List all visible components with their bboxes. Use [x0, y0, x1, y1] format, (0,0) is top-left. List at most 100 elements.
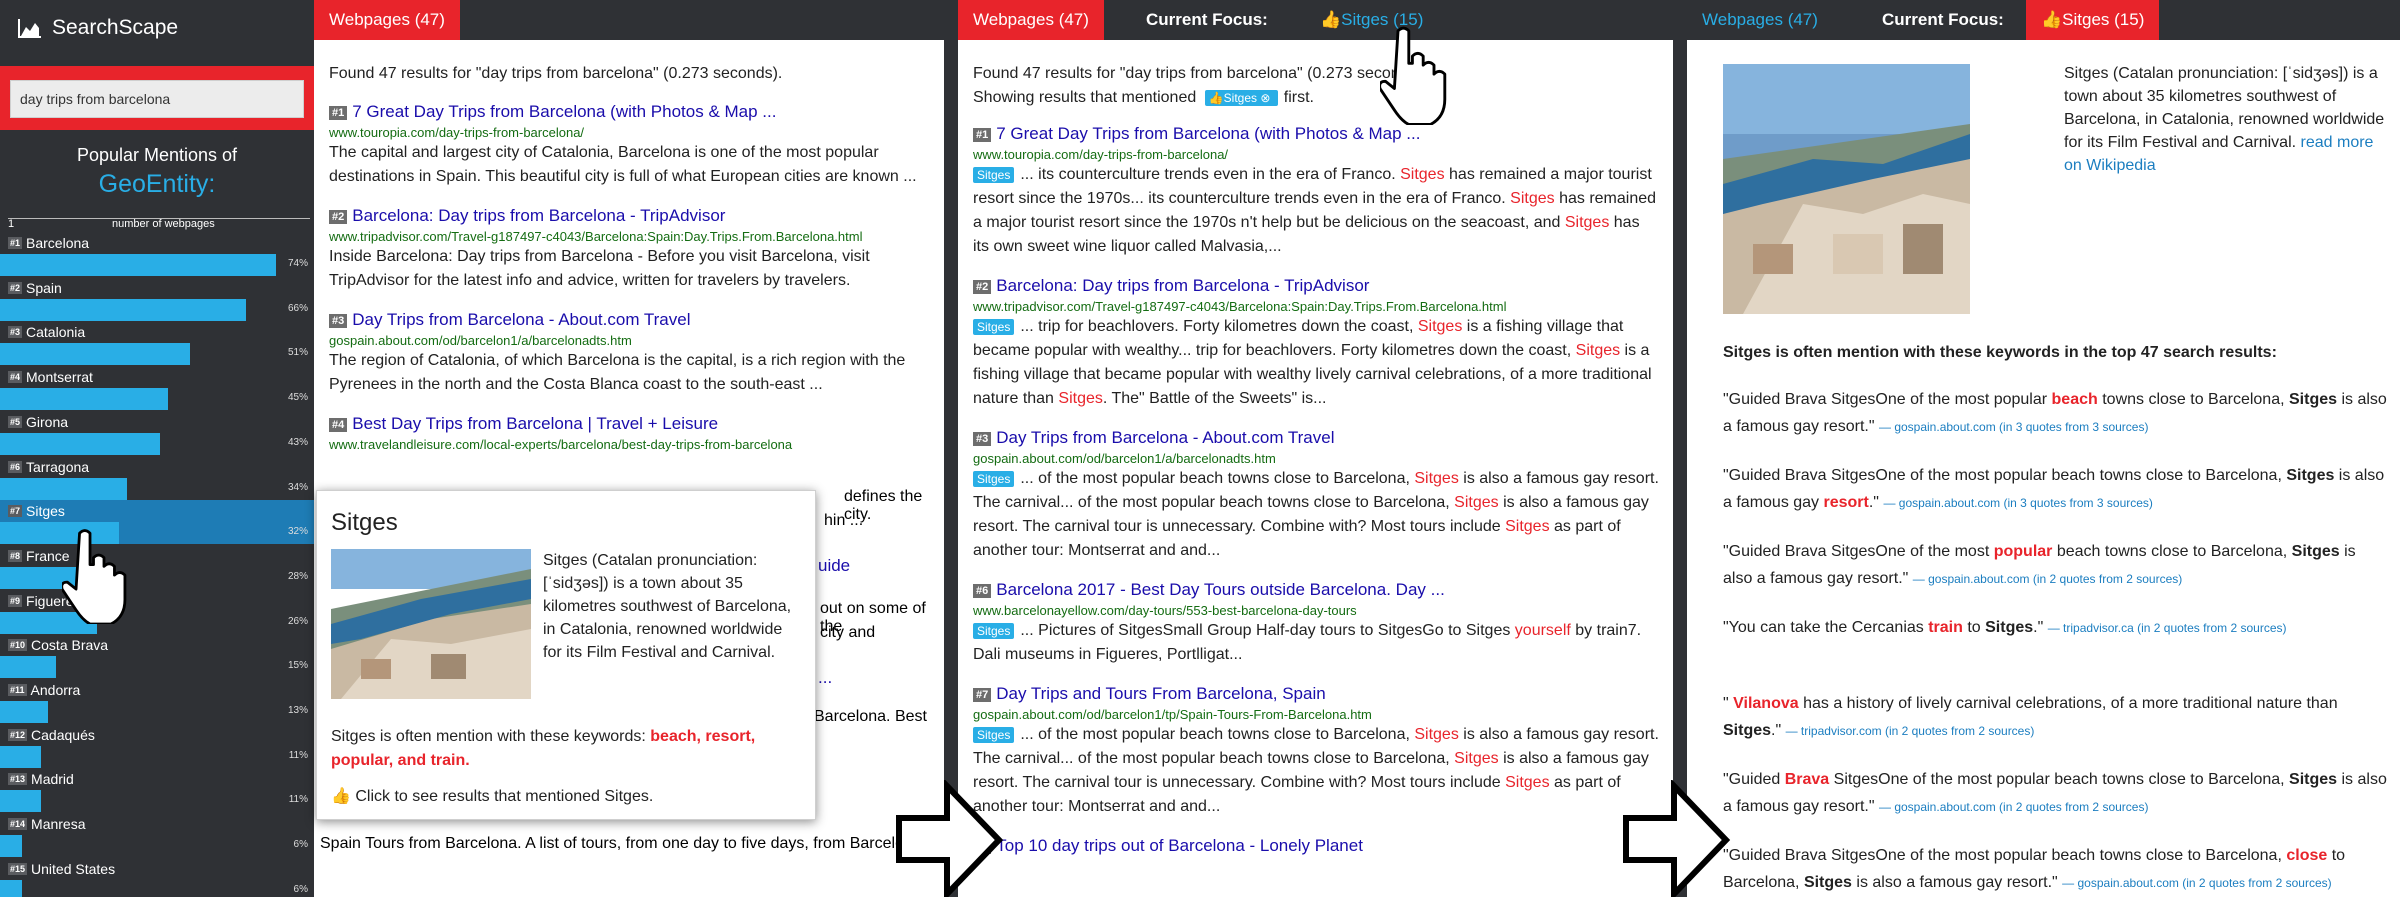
result-snippet: Sitges... trip for beachlovers. Forty ki… [973, 318, 1652, 407]
result-title-link[interactable]: #3 Day Trips from Barcelona - About.com T… [973, 426, 1659, 451]
geo-entity-item[interactable]: #13 Madrid 11% [0, 768, 314, 813]
geo-entity-item[interactable]: #5 Girona 43% [0, 411, 314, 455]
geo-entity-item[interactable]: #11 Andorra 13% [0, 679, 314, 723]
tab-webpages[interactable]: Webpages (47) [958, 0, 1104, 40]
quote-source-link[interactable]: — tripadvisor.com (in 2 quotes from 2 so… [1786, 724, 2035, 738]
geo-entity-name: Cadaqués [31, 726, 95, 743]
close-circle-icon[interactable]: ⊗ [1260, 91, 1270, 105]
rank-badge: #4 [329, 418, 348, 432]
result-title-link[interactable]: #7 Day Trips and Tours From Barcelona, Sp… [973, 682, 1659, 707]
search-result: #2 Barcelona: Day trips from Barcelona - … [973, 274, 1659, 411]
entity-description: Sitges (Catalan pronunciation: [ˈsidʒəs]… [2064, 62, 2386, 177]
result-title-link[interactable]: #8Top 10 day trips out of Barcelona - Lo… [973, 834, 1659, 859]
geo-entity-label: #7 Sitges [8, 503, 65, 519]
partial-text: hin ... [824, 512, 864, 529]
tab-webpages[interactable]: Webpages (47) [1687, 0, 1833, 40]
geo-entity-name: Spain [26, 279, 62, 296]
rank-badge: #2 [8, 281, 23, 294]
geo-entity-label: #11 Andorra [8, 682, 80, 698]
result-title-link[interactable]: #2 Barcelona: Day trips from Barcelona - … [329, 204, 930, 229]
rank-badge: #13 [8, 773, 28, 786]
mention-bar [0, 254, 276, 276]
entity-photo [1723, 64, 1970, 314]
focus-notice: Showing results that mentioned 👍Sitges ⊗… [973, 86, 1659, 110]
result-title-link[interactable]: #2 Barcelona: Day trips from Barcelona - … [973, 274, 1659, 299]
geo-entity-item[interactable]: #15 United States 6% [0, 858, 314, 897]
mention-percent: 11% [288, 749, 308, 761]
tab-bar: Webpages (47) Current Focus: 👍Sitges (15… [958, 0, 1673, 40]
geo-entity-item[interactable]: #12 Cadaqués 11% [0, 724, 314, 768]
geo-entity-item[interactable]: #9 Figueres 26% [0, 590, 314, 634]
partial-text: Spain Tours from Barcelona. A list of to… [320, 835, 927, 852]
geo-entity-item[interactable]: #1 Barcelona 74% [0, 232, 314, 276]
result-title-link[interactable]: #3 Day Trips from Barcelona - About.com T… [329, 308, 930, 333]
result-title-link[interactable]: #6 Barcelona 2017 - Best Day Tours outsid… [973, 578, 1659, 603]
partial-text: Barcelona. Best [814, 708, 927, 725]
geo-entity-name: Sitges [26, 503, 65, 520]
quote-source-link[interactable]: — gospain.about.com (in 2 quotes from 2 … [1879, 800, 2148, 814]
focus-chip[interactable]: 👍Sitges ⊗ [1204, 90, 1278, 106]
search-result: #7 Day Trips and Tours From Barcelona, Sp… [973, 682, 1659, 819]
tab-focus-entity[interactable]: 👍Sitges (15) [2026, 0, 2160, 40]
tooltip-description: Sitges (Catalan pronunciation: [ˈsidʒəs]… [543, 552, 792, 661]
quote-source-link[interactable]: — gospain.about.com (in 3 quotes from 3 … [1879, 420, 2148, 434]
geo-entity-name: Girona [26, 413, 69, 430]
search-input[interactable] [10, 80, 304, 118]
geo-entity-name: Tarragona [26, 458, 90, 475]
focus-entity-label: Sitges (15) [2062, 10, 2145, 29]
entity-tag: Sitges [973, 471, 1015, 487]
mention-percent: 28% [287, 570, 308, 582]
geo-entity-item[interactable]: #3 Catalonia 51% [0, 321, 314, 366]
geo-entity-item[interactable]: #8 France 28% [0, 545, 314, 589]
mention-percent: 43% [287, 436, 308, 448]
rank-badge: #3 [329, 314, 348, 328]
geo-entity-item[interactable]: #4 Montserrat 45% [0, 366, 314, 411]
tooltip-cta[interactable]: 👍 Click to see results that mentioned Si… [331, 786, 653, 806]
mention-percent: 32% [287, 526, 308, 538]
hand-pointer-icon [1380, 26, 1447, 125]
result-snippet: Inside Barcelona: Day trips from Barcelo… [329, 248, 870, 289]
mention-bar [0, 388, 168, 411]
rank-badge: #1 [8, 237, 23, 249]
mention-percent: 34% [287, 481, 308, 493]
tab-webpages[interactable]: Webpages (47) [314, 0, 460, 40]
keyword-quote: "Guided Brava SitgesOne of the most popu… [1723, 462, 2387, 517]
results-list: #1 7 Great Day Trips from Barcelona (with… [329, 100, 930, 453]
mention-bar [0, 343, 190, 366]
rank-badge: #14 [8, 818, 28, 831]
geo-entity-item[interactable]: #7 Sitges 32% [0, 500, 314, 545]
quote-source-link[interactable]: — gospain.about.com (in 3 quotes from 3 … [1883, 496, 2152, 510]
geo-entity-item[interactable]: #2 Spain 66% [0, 277, 314, 321]
result-title-link[interactable]: #1 7 Great Day Trips from Barcelona (with… [329, 100, 930, 125]
results-body: Found 47 results for "day trips from bar… [958, 40, 1673, 897]
mention-percent: 6% [293, 883, 308, 895]
mention-percent: 26% [287, 615, 308, 627]
result-title-link[interactable]: #4 Best Day Trips from Barcelona | Travel… [329, 412, 930, 437]
search-result: #8Top 10 day trips out of Barcelona - Lo… [973, 834, 1659, 859]
current-focus-label: Current Focus: [1882, 10, 2004, 29]
result-url: www.tripadvisor.com/Travel-g187497-c4043… [973, 299, 1507, 314]
geo-entity-item[interactable]: #14 Manresa 6% [0, 813, 314, 858]
search-result: #2 Barcelona: Day trips from Barcelona - … [329, 204, 930, 293]
brand[interactable]: SearchScape [18, 16, 178, 40]
quote-source-link[interactable]: — tripadvisor.ca (in 2 quotes from 2 sou… [2048, 621, 2287, 635]
geo-entity-name: United States [31, 860, 116, 877]
geo-entity-name: Montserrat [26, 369, 93, 386]
rank-badge: #12 [8, 728, 28, 741]
geo-entity-item[interactable]: #6 Tarragona 34% [0, 456, 314, 500]
tooltip-cta-text: Click to see results that mentioned Sitg… [355, 788, 654, 805]
geo-entity-name: Manresa [31, 816, 86, 833]
partial-text: ... [818, 668, 833, 687]
mention-percent: 13% [287, 705, 308, 716]
geo-entity-label: #6 Tarragona [8, 459, 89, 475]
result-url: www.touropia.com/day-trips-from-barcelon… [329, 125, 585, 140]
result-title-link[interactable]: #1 7 Great Day Trips from Barcelona (with… [973, 122, 1659, 147]
quote-source-link[interactable]: — gospain.about.com (in 2 quotes from 2 … [2062, 876, 2331, 890]
search-result: #4 Best Day Trips from Barcelona | Travel… [329, 412, 930, 453]
rank-badge: #6 [973, 584, 992, 598]
geo-entity-item[interactable]: #10 Costa Brava 15% [0, 634, 314, 679]
mention-percent: 15% [287, 660, 308, 672]
quote-source-link[interactable]: — gospain.about.com (in 2 quotes from 2 … [1913, 572, 2182, 586]
geo-entity-label: #1 Barcelona [8, 235, 89, 251]
rank-badge: #9 [8, 594, 23, 607]
